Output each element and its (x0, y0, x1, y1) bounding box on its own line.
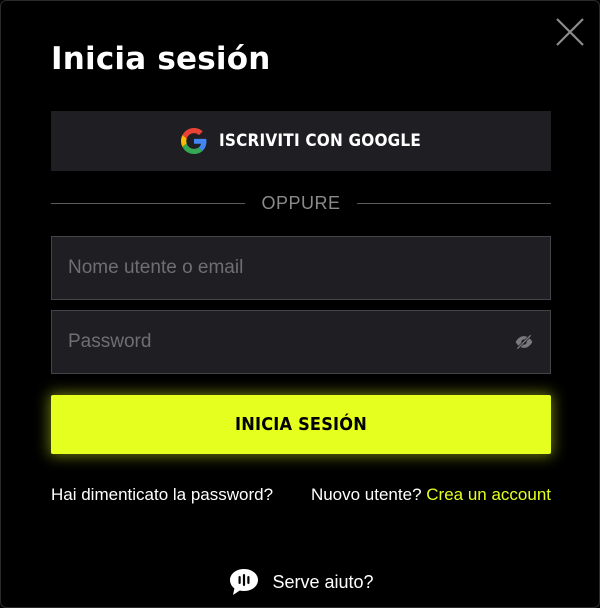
username-input[interactable] (52, 237, 550, 299)
or-divider: OPPURE (51, 191, 551, 215)
close-icon (556, 18, 584, 46)
create-account-link[interactable]: Crea un account (426, 485, 551, 504)
eye-slash-icon (515, 334, 533, 350)
new-user-prompt: Nuovo utente? (310, 485, 427, 504)
auth-links-row: Hai dimenticato la password? Nuovo utent… (51, 485, 551, 505)
password-visibility-toggle[interactable] (512, 330, 536, 354)
google-signup-button[interactable]: ISCRIVITI CON GOOGLE (51, 111, 551, 171)
submit-button-label: INICIA SESIÓN (235, 414, 367, 435)
divider-line-left (51, 202, 246, 204)
modal-title: Inicia sesión (51, 41, 271, 77)
new-user-section: Nuovo utente? Crea un account (311, 485, 551, 505)
chat-bubble-icon (230, 569, 259, 595)
password-field-wrapper (51, 310, 551, 374)
login-submit-button[interactable]: INICIA SESIÓN (51, 395, 551, 454)
close-button[interactable] (555, 17, 585, 47)
forgot-password-link[interactable]: Hai dimenticato la password? (51, 485, 273, 505)
divider-text: OPPURE (261, 192, 341, 213)
google-g-icon (181, 128, 207, 154)
help-label: Serve aiuto? (272, 571, 374, 592)
google-button-label: ISCRIVITI CON GOOGLE (219, 131, 421, 151)
divider-line-right (356, 202, 551, 204)
help-button[interactable]: Serve aiuto? (1, 567, 600, 597)
login-modal: Inicia sesión ISCRIVITI CON GOOGLE OPPUR… (0, 0, 600, 608)
password-input[interactable] (52, 311, 512, 373)
username-field-wrapper (51, 236, 551, 300)
